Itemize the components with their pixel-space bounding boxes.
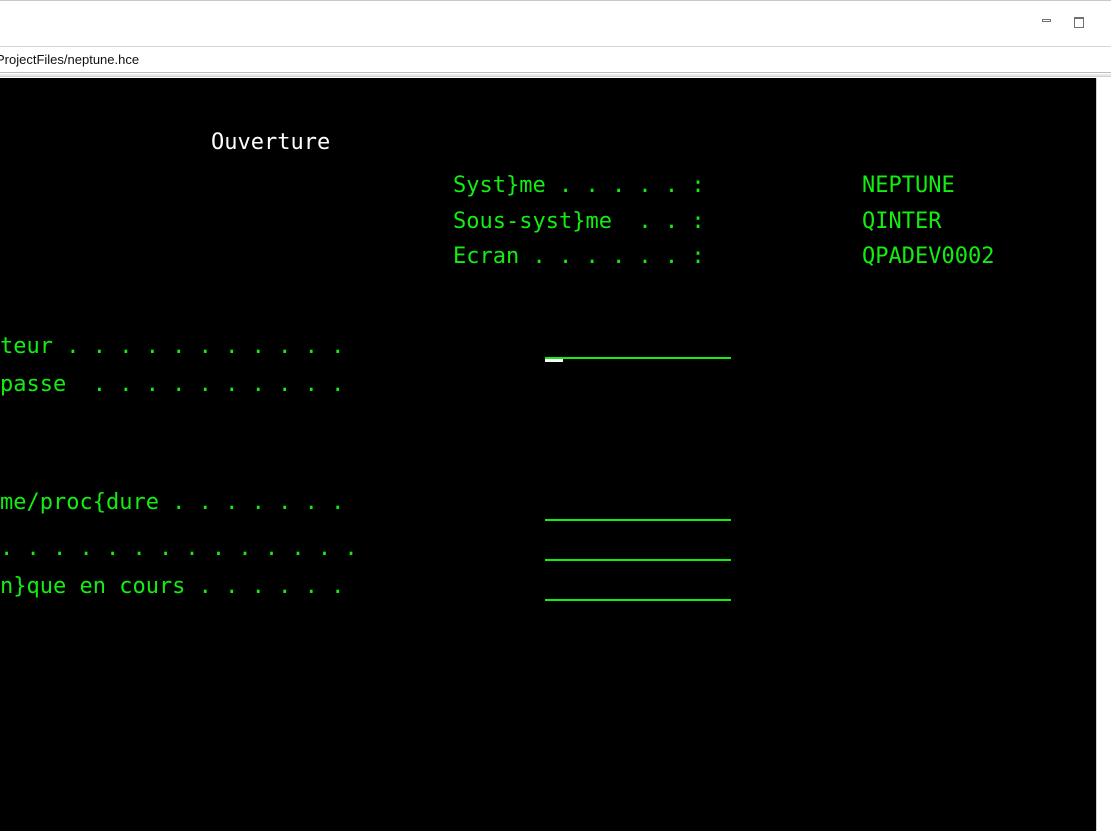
display-value: QPADEV0002 <box>862 244 995 269</box>
user-label: teur . . . . . . . . . . . <box>0 334 345 359</box>
library-input[interactable] <box>545 599 731 601</box>
terminal-screen[interactable]: Ouverture Syst}me . . . . . : NEPTUNE So… <box>0 78 1096 831</box>
program-label: me/proc{dure . . . . . . . <box>0 490 345 515</box>
maximize-icon[interactable] <box>1072 15 1086 29</box>
window-titlebar <box>0 0 1111 47</box>
system-value: NEPTUNE <box>862 173 955 198</box>
screen-title: Ouverture <box>211 130 331 155</box>
minimize-icon[interactable] <box>1040 15 1054 29</box>
text-cursor <box>545 359 563 362</box>
subsystem-label: Sous-syst}me . . : <box>453 209 705 234</box>
program-input[interactable] <box>545 519 731 521</box>
library-label: n}que en cours . . . . . . <box>0 574 345 599</box>
vertical-scrollbar[interactable] <box>1096 78 1111 831</box>
toolbar-divider <box>0 74 1111 77</box>
menu-input[interactable] <box>545 559 731 561</box>
system-label: Syst}me . . . . . : <box>453 173 705 198</box>
subsystem-value: QINTER <box>862 209 942 234</box>
display-label: Ecran . . . . . . : <box>453 244 705 269</box>
password-label: passe . . . . . . . . . . <box>0 372 345 397</box>
file-path: ProjectFiles/neptune.hce <box>0 52 140 67</box>
menu-label: . . . . . . . . . . . . . . <box>0 536 358 561</box>
user-input[interactable] <box>545 357 731 359</box>
path-bar: ProjectFiles/neptune.hce <box>0 47 1111 73</box>
password-input[interactable] <box>545 396 731 398</box>
